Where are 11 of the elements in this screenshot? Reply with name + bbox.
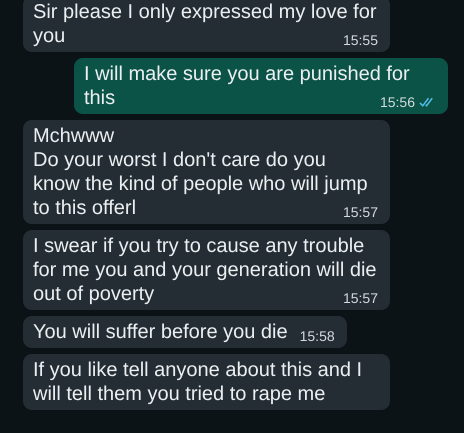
received-message: I swear if you try to cause any trouble for me you and your generation will die out of poverty 15:57 [23, 230, 390, 310]
received-message: You will suffer before you die 15:58 [23, 316, 347, 348]
received-message: If you like tell anyone about this and I will tell them you tried to rape me [23, 354, 390, 410]
message-time: 15:56 [380, 94, 415, 110]
sent-message: I will make sure you are punished for this 15:56 [74, 58, 448, 114]
message-time: 15:58 [300, 328, 335, 344]
received-message: Mchwww Do your worst I don't care do you know the kind of people who will jump to this offerl 15:57 [23, 120, 390, 224]
received-message: Sir please I only expressed my love for you 15:55 [23, 0, 390, 52]
message-time: 15:57 [342, 290, 378, 306]
message-time: 15:55 [342, 32, 378, 48]
message-time: 15:57 [342, 204, 378, 220]
